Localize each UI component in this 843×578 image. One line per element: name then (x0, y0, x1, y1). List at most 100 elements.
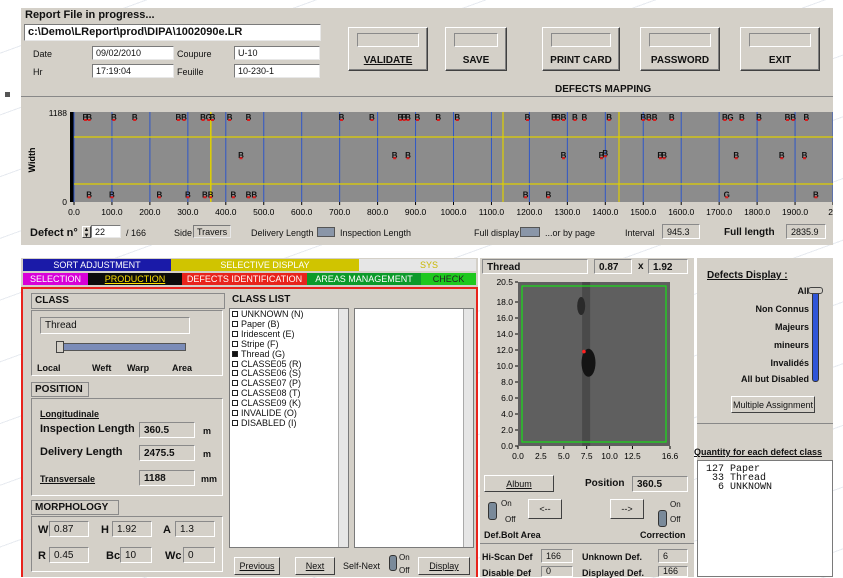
self-next-label: Self-Next (343, 561, 381, 571)
album-button[interactable]: Album (484, 475, 554, 492)
tab-selective-display[interactable]: SELECTIVE DISPLAY (171, 259, 359, 271)
a-label: A (163, 524, 171, 536)
display-button[interactable]: Display (418, 557, 470, 575)
defect-marker-dot (112, 119, 116, 121)
correction-label: Correction (640, 530, 686, 540)
next-button[interactable]: Next (295, 557, 335, 575)
zoom-y-tick-label: 20.5 (496, 277, 513, 287)
position-field: 360.5 (632, 476, 688, 492)
defects-mapping-chart[interactable]: Width 0.0 100.0 200.0 300.0 400.0 500.0 600.0 7… (21, 98, 833, 222)
save-button[interactable]: SAVE (445, 27, 507, 71)
multiple-assignment-button[interactable]: Multiple Assignment (731, 396, 815, 413)
level-invalides[interactable]: Invalidés (770, 358, 809, 368)
class-checkbox[interactable] (232, 350, 238, 357)
slider-label-warp: Warp (127, 363, 150, 373)
class-checkbox[interactable] (232, 400, 238, 407)
exit-button[interactable]: EXIT (740, 27, 820, 71)
length-toggle[interactable] (317, 227, 335, 237)
class-checkbox[interactable] (232, 390, 238, 397)
zoom-x-tick-label: 12.5 (624, 451, 641, 461)
defect-no-spinner[interactable]: ▲ ▼ (82, 226, 91, 239)
tab-sys[interactable]: SYS (359, 259, 476, 271)
defect-marker-dot (211, 119, 215, 121)
defect-marker-dot (804, 119, 808, 121)
date-field[interactable]: 09/02/2010 (92, 46, 174, 60)
defect-marker-dot (562, 157, 566, 160)
feuille-field[interactable]: 10-230-1 (234, 64, 320, 78)
report-title: Report File in progress... (25, 9, 155, 21)
class-checkbox[interactable] (232, 410, 238, 417)
class-list-item[interactable]: DISABLED (I) (232, 418, 346, 429)
defect-marker-dot (603, 155, 607, 158)
def-bolt-area-label: Def.Bolt Area (484, 530, 541, 540)
tab-areas-management[interactable]: AREAS MANAGEMENT (307, 273, 421, 285)
class-checkbox[interactable] (232, 320, 238, 327)
tab-selection[interactable]: SELECTION (23, 273, 88, 285)
self-next-toggle[interactable] (389, 555, 397, 571)
zoom-defect-point (582, 349, 586, 354)
zoom-h-field: 1.92 (648, 259, 688, 274)
level-majeurs[interactable]: Majeurs (775, 322, 809, 332)
defect-marker-dot (729, 119, 733, 121)
password-label: PASSWORD (650, 55, 710, 66)
zoom-y-tick-label: 14.0 (496, 329, 513, 339)
class-slider-thumb[interactable] (56, 341, 64, 353)
mapping-x-tick-label: 500.0 (253, 207, 275, 217)
tab-defects-identification[interactable]: DEFECTS IDENTIFICATION (182, 273, 307, 285)
validate-button[interactable]: VALIDATE (348, 27, 428, 71)
password-button[interactable]: PASSWORD (640, 27, 720, 71)
def-bolt-toggle[interactable] (488, 502, 497, 520)
level-non-connus[interactable]: Non Connus (756, 304, 810, 314)
defect-marker-dot (556, 119, 560, 121)
display-level-thumb[interactable] (808, 287, 823, 294)
quantity-list[interactable]: 127 Paper 33 Thread 6 UNKNOWN (697, 460, 833, 577)
level-mineurs[interactable]: mineurs (774, 340, 809, 350)
side-field[interactable]: Travers (193, 225, 231, 238)
level-all-but-disabled[interactable]: All but Disabled (741, 374, 809, 384)
next-defect-button[interactable]: --> (610, 499, 644, 519)
self-next-off: Off (399, 566, 410, 575)
defect-marker-dot (370, 119, 374, 121)
tab-sort-adjustment[interactable]: SORT ADJUSTMENT (23, 259, 171, 271)
class-list[interactable]: UNKNOWN (N) Paper (B) Iridescent (E) Stripe… (229, 308, 349, 548)
w-label: W (38, 524, 49, 536)
class-list-item-label: CLASSE07 (P) (241, 378, 302, 389)
quantity-title: Quantity for each defect class (694, 447, 823, 457)
defect-marker-dot (340, 119, 344, 121)
tab-check[interactable]: CHECK (421, 273, 476, 285)
assignment-list-scrollbar[interactable] (463, 309, 473, 547)
transversale-field: 1188 (139, 470, 195, 486)
self-next-on: On (399, 553, 410, 562)
assignment-list[interactable] (354, 308, 474, 548)
hr-field[interactable]: 17:19:04 (92, 64, 174, 78)
defect-zoom-chart[interactable]: 20.5 18.0 16.0 14.0 12.0 10.0 8.0 6.0 4.0 2.0 0.00… (480, 276, 694, 472)
mapping-x-tick-label: 1900.0 (782, 207, 808, 217)
class-checkbox[interactable] (232, 360, 238, 367)
class-checkbox[interactable] (232, 370, 238, 377)
class-list-scrollbar[interactable] (338, 309, 348, 547)
stats-divider (480, 543, 694, 544)
display-level-track[interactable] (812, 290, 819, 382)
display-mode-toggle[interactable] (520, 227, 540, 237)
correction-toggle[interactable] (658, 510, 667, 527)
class-checkbox[interactable] (232, 311, 238, 317)
coupure-field[interactable]: U-10 (234, 46, 320, 60)
defect-marker-dot (723, 119, 727, 121)
print-card-button[interactable]: PRINT CARD (542, 27, 620, 71)
class-checkbox[interactable] (232, 330, 238, 337)
mapping-x-tick-label: 600.0 (291, 207, 313, 217)
class-checkbox[interactable] (232, 340, 238, 347)
tab-production[interactable]: PRODUCTION (88, 273, 182, 285)
bc-field: 10 (120, 547, 152, 563)
previous-button[interactable]: Previous (234, 557, 280, 575)
class-slider-track[interactable] (56, 343, 186, 351)
prev-defect-button[interactable]: <-- (528, 499, 562, 519)
defect-marker-dot (228, 119, 232, 121)
defect-no-field[interactable]: 22 (91, 225, 121, 238)
slider-label-weft: Weft (92, 363, 112, 373)
file-path-field[interactable]: c:\Demo\LReport\prod\DIPA\1002090e.LR (24, 24, 321, 41)
class-checkbox[interactable] (232, 419, 238, 426)
mapping-x-tick-label: 100.0 (101, 207, 123, 217)
wc-label: Wc (165, 550, 182, 562)
class-checkbox[interactable] (232, 380, 238, 387)
